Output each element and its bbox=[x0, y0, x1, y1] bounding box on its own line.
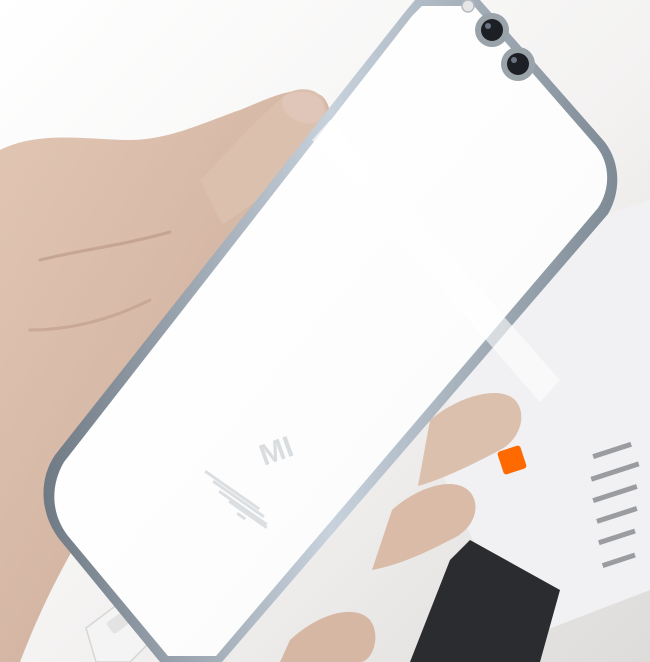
camera-lens-lower bbox=[507, 53, 529, 75]
camera-lens-upper bbox=[481, 19, 503, 41]
photo-scene: MI bbox=[0, 0, 650, 662]
flash-icon bbox=[461, 0, 475, 13]
